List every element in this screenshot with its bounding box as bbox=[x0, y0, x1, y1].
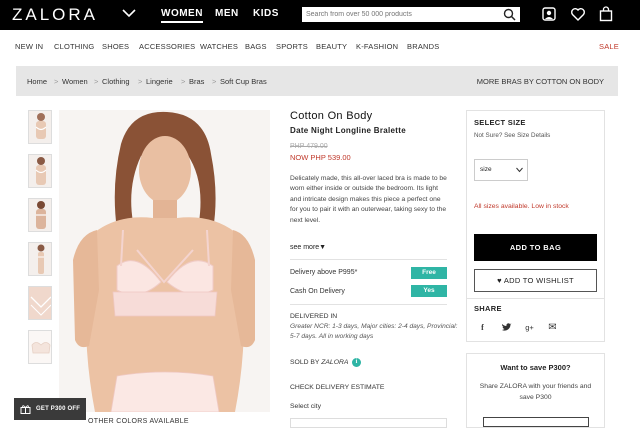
category-shoes[interactable]: SHOES bbox=[102, 42, 129, 51]
size-help: Not Sure? See Size Details bbox=[474, 132, 550, 139]
divider bbox=[290, 259, 447, 260]
wishlist-heart-icon[interactable] bbox=[570, 6, 586, 22]
referral-title: Want to save P300? bbox=[500, 363, 571, 372]
sold-by-name[interactable]: ZALORA bbox=[321, 359, 348, 366]
gift-icon bbox=[20, 405, 31, 414]
category-sale[interactable]: SALE bbox=[599, 42, 619, 51]
category-accessories[interactable]: ACCESSORIES bbox=[139, 42, 195, 51]
breadcrumb-separator: > bbox=[212, 77, 217, 86]
chevron-down-icon[interactable] bbox=[516, 167, 523, 173]
add-to-wishlist-label: ADD TO WISHLIST bbox=[503, 276, 574, 285]
more-by-brand-link[interactable]: MORE BRAS BY COTTON ON BODY bbox=[477, 77, 604, 86]
product-brand[interactable]: Cotton On Body bbox=[290, 110, 372, 122]
category-clothing[interactable]: CLOTHING bbox=[54, 42, 94, 51]
product-thumbnail-4[interactable] bbox=[28, 242, 52, 276]
gender-tab-men[interactable]: MEN bbox=[215, 8, 239, 19]
breadcrumb-separator: > bbox=[94, 77, 99, 86]
sale-price: NOW PHP 539.00 bbox=[290, 153, 351, 162]
product-thumbnail-6[interactable] bbox=[28, 330, 52, 364]
account-icon[interactable] bbox=[541, 6, 557, 22]
category-sports[interactable]: SPORTS bbox=[276, 42, 308, 51]
share-title: SHARE bbox=[474, 304, 502, 313]
search-input[interactable] bbox=[302, 7, 520, 22]
email-icon[interactable]: ✉ bbox=[547, 322, 558, 333]
referral-button[interactable] bbox=[483, 417, 589, 427]
sold-by: SOLD BY ZALORA bbox=[290, 359, 348, 366]
select-size-title: SELECT SIZE bbox=[474, 118, 526, 127]
breadcrumb-separator: > bbox=[181, 77, 186, 86]
delivery-free-badge: Free bbox=[411, 267, 447, 279]
product-thumbnail-5[interactable] bbox=[28, 286, 52, 320]
delivered-in-title: DELIVERED IN bbox=[290, 313, 338, 320]
product-thumbnail-3[interactable] bbox=[28, 198, 52, 232]
city-select[interactable] bbox=[290, 418, 447, 428]
select-city-label: Select city bbox=[290, 403, 321, 410]
breadcrumb-women[interactable]: Women bbox=[62, 77, 88, 86]
info-icon[interactable]: i bbox=[352, 358, 361, 367]
shopping-bag-icon[interactable] bbox=[598, 6, 614, 22]
breadcrumb-home[interactable]: Home bbox=[27, 77, 47, 86]
gender-tab-women[interactable]: WOMEN bbox=[161, 8, 203, 23]
product-thumbnail-1[interactable] bbox=[28, 110, 52, 144]
cod-label: Cash On Delivery bbox=[290, 288, 345, 295]
delivered-in-text: Greater NCR: 1-3 days, Major cities: 2-4… bbox=[290, 323, 458, 341]
divider bbox=[290, 304, 447, 305]
referral-text: Share ZALORA with your friends and save … bbox=[479, 383, 592, 401]
breadcrumb-lingerie[interactable]: Lingerie bbox=[146, 77, 173, 86]
product-name: Date Night Longline Bralette bbox=[290, 126, 406, 135]
facebook-icon[interactable]: f bbox=[477, 322, 488, 333]
breadcrumb-soft-cup-bras[interactable]: Soft Cup Bras bbox=[220, 77, 267, 86]
delivery-label: Delivery above P995* bbox=[290, 269, 358, 276]
product-thumbnail-2[interactable] bbox=[28, 154, 52, 188]
check-delivery-title: CHECK DELIVERY ESTIMATE bbox=[290, 384, 385, 391]
chevron-down-icon[interactable] bbox=[122, 6, 136, 20]
google-plus-icon[interactable]: g+ bbox=[524, 322, 535, 333]
add-to-wishlist-button[interactable]: ♥ ADD TO WISHLIST bbox=[474, 269, 597, 292]
category-beauty[interactable]: BEAUTY bbox=[316, 42, 347, 51]
category-bags[interactable]: BAGS bbox=[245, 42, 267, 51]
category-k-fashion[interactable]: K-FASHION bbox=[356, 42, 398, 51]
product-main-image[interactable] bbox=[59, 110, 270, 412]
product-description: Delicately made, this all-over laced bra… bbox=[290, 175, 447, 224]
breadcrumb-separator: > bbox=[54, 77, 59, 86]
category-watches[interactable]: WATCHES bbox=[200, 42, 238, 51]
zalora-logo[interactable]: ZALORA bbox=[12, 5, 98, 25]
breadcrumb-separator: > bbox=[138, 77, 143, 86]
category-brands[interactable]: BRANDS bbox=[407, 42, 439, 51]
gender-tab-kids[interactable]: KIDS bbox=[253, 8, 279, 19]
breadcrumb: Home > Women > Clothing > Lingerie > Bra… bbox=[16, 66, 618, 96]
divider bbox=[466, 298, 605, 299]
category-navigation: NEW IN CLOTHING SHOES ACCESSORIES WATCHE… bbox=[0, 36, 640, 56]
not-sure-text: Not Sure? bbox=[474, 132, 503, 139]
breadcrumb-bras[interactable]: Bras bbox=[189, 77, 204, 86]
original-price: PHP 479.00 bbox=[290, 143, 328, 150]
stock-status: All sizes available. Low in stock bbox=[474, 203, 569, 210]
top-navigation-bar: ZALORA WOMEN MEN KIDS bbox=[0, 0, 640, 30]
add-to-bag-button[interactable]: ADD TO BAG bbox=[474, 234, 597, 261]
breadcrumb-clothing[interactable]: Clothing bbox=[102, 77, 130, 86]
search-icon[interactable] bbox=[503, 8, 516, 21]
see-more-link[interactable]: see more▼ bbox=[290, 244, 326, 251]
heart-icon: ♥ bbox=[497, 276, 502, 285]
sold-by-prefix: SOLD BY bbox=[290, 359, 320, 366]
twitter-icon[interactable] bbox=[501, 322, 512, 333]
size-details-link[interactable]: See Size Details bbox=[504, 132, 550, 139]
category-new-in[interactable]: NEW IN bbox=[15, 42, 43, 51]
cod-yes-badge: Yes bbox=[411, 285, 447, 297]
